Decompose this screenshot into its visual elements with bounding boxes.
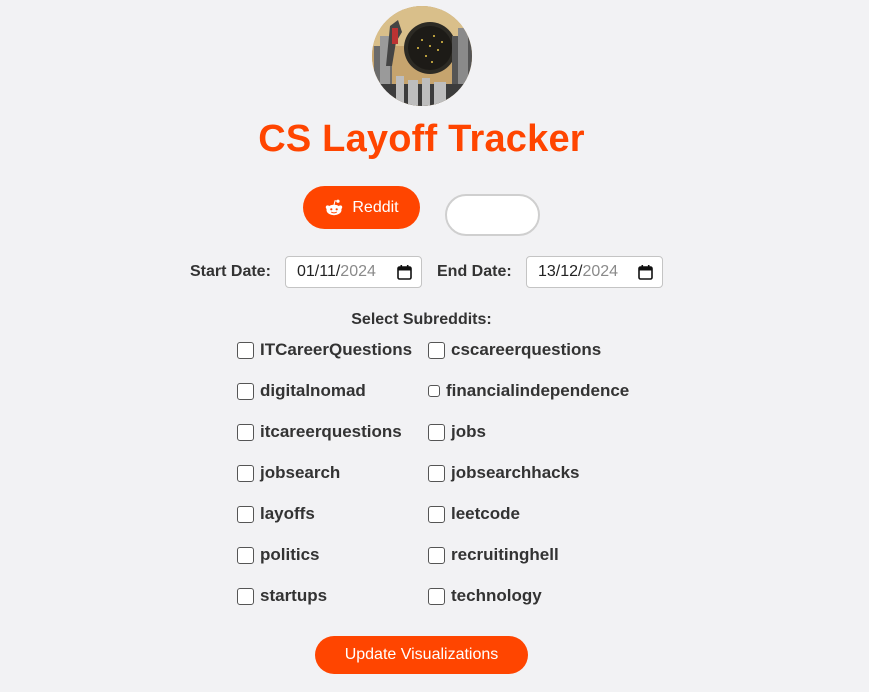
subreddit-label: jobsearchhacks <box>451 463 580 482</box>
subreddit-label: startups <box>260 586 328 605</box>
cityscape-avatar-icon <box>372 6 472 106</box>
end-date-label: End Date: <box>437 263 512 280</box>
subreddit-option-startups[interactable]: startups <box>237 584 327 608</box>
subreddit-checkbox[interactable] <box>237 464 254 482</box>
subreddit-checkbox[interactable] <box>237 587 254 605</box>
subreddit-label: jobs <box>451 422 486 441</box>
subreddit-option-layoffs[interactable]: layoffs <box>237 502 315 526</box>
subreddit-option-leetcode[interactable]: leetcode <box>428 502 520 526</box>
subreddit-label: layoffs <box>260 504 315 523</box>
subreddits-heading: Select Subreddits: <box>351 311 492 328</box>
subreddit-option-cscareerquestions[interactable]: cscareerquestions <box>428 338 601 362</box>
secondary-source-button[interactable] <box>445 194 540 236</box>
end-date-daymonth: 13/12/ <box>538 263 583 280</box>
subreddit-label: technology <box>451 586 542 605</box>
subreddit-option-financialindependence[interactable]: financialindependence <box>428 379 629 403</box>
subreddit-option-politics[interactable]: politics <box>237 543 320 567</box>
subreddit-label: politics <box>260 545 320 564</box>
subreddit-label: itcareerquestions <box>260 422 402 441</box>
subreddit-checkbox[interactable] <box>237 505 254 523</box>
subreddit-option-jobsearch[interactable]: jobsearch <box>237 461 340 485</box>
subreddit-checkbox[interactable] <box>237 423 254 441</box>
subreddit-checkbox[interactable] <box>428 385 440 397</box>
end-date-year: 2024 <box>582 263 619 280</box>
subreddit-checkbox[interactable] <box>428 587 445 605</box>
page: CS Layoff Tracker Reddit Start Date: 01/… <box>0 0 869 692</box>
subreddit-checkbox[interactable] <box>428 423 445 441</box>
subreddit-label: digitalnomad <box>260 381 366 400</box>
subreddit-label: financialindependence <box>446 381 630 400</box>
subreddit-option-itcareerquestions-upper[interactable]: ITCareerQuestions <box>237 338 412 362</box>
subreddit-label: cscareerquestions <box>451 340 602 359</box>
subreddit-checkbox[interactable] <box>428 341 445 359</box>
subreddit-label: ITCareerQuestions <box>260 340 413 359</box>
page-title: CS Layoff Tracker <box>258 118 585 160</box>
subreddit-checkbox[interactable] <box>428 505 445 523</box>
start-date-daymonth: 01/11/ <box>297 263 341 280</box>
start-date-input[interactable]: 01/11/2024 <box>285 256 422 288</box>
subreddit-option-technology[interactable]: technology <box>428 584 542 608</box>
subreddit-option-digitalnomad[interactable]: digitalnomad <box>237 379 366 403</box>
end-date-input[interactable]: 13/12/2024 <box>526 256 663 288</box>
reddit-icon <box>324 198 344 218</box>
subreddit-label: recruitinghell <box>451 545 559 564</box>
subreddit-option-jobs[interactable]: jobs <box>428 420 486 444</box>
start-date-year: 2024 <box>340 263 376 280</box>
subreddit-option-jobsearchhacks[interactable]: jobsearchhacks <box>428 461 580 485</box>
subreddit-checkbox[interactable] <box>428 546 445 564</box>
calendar-icon[interactable] <box>638 265 653 280</box>
subreddit-option-itcareerquestions[interactable]: itcareerquestions <box>237 420 402 444</box>
subreddit-label: jobsearch <box>260 463 341 482</box>
subreddit-option-recruitinghell[interactable]: recruitinghell <box>428 543 559 567</box>
calendar-icon[interactable] <box>397 265 412 280</box>
subreddit-checkbox[interactable] <box>237 382 254 400</box>
reddit-button-label: Reddit <box>352 198 399 216</box>
subreddit-label: leetcode <box>451 504 520 523</box>
start-date-label: Start Date: <box>190 263 271 280</box>
update-visualizations-button[interactable]: Update Visualizations <box>315 636 528 674</box>
subreddit-checkbox[interactable] <box>428 464 445 482</box>
subreddit-checkbox[interactable] <box>237 546 254 564</box>
subreddit-checkbox[interactable] <box>237 341 254 359</box>
reddit-source-button[interactable]: Reddit <box>303 186 420 229</box>
